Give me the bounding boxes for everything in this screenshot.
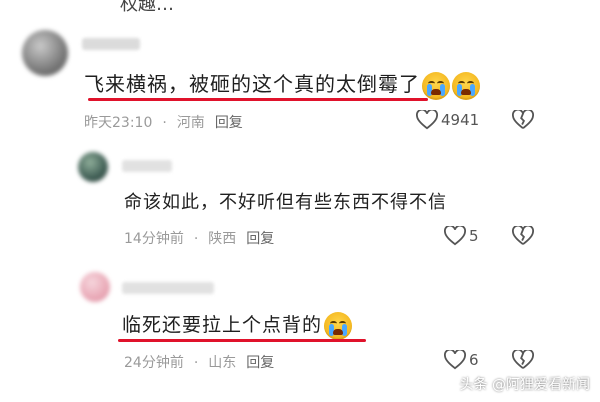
reply-button[interactable]: 回复 (246, 355, 274, 371)
comment-time: 昨天23:10 (84, 115, 153, 131)
like-count: 5 (469, 227, 479, 245)
avatar[interactable] (78, 152, 108, 182)
like-count: 4941 (441, 111, 480, 129)
watermark: 头条 @阿狸爱看新闻 (459, 377, 590, 393)
heart-icon (444, 350, 466, 370)
broken-heart-icon (512, 348, 534, 369)
comment-meta: 昨天23:10 · 河南 回复 (84, 115, 243, 131)
comment-time: 14分钟前 (124, 231, 184, 247)
reply-button[interactable]: 回复 (215, 115, 243, 131)
comment-text-content: 临死还要拉上个点背的 (122, 314, 323, 336)
username[interactable] (122, 282, 214, 294)
comment-location: 陕西 (208, 231, 237, 247)
comment-text: 命该如此，不好听但有些东西不得不信 (124, 188, 447, 214)
comment-location: 河南 (176, 115, 205, 131)
comment-text: 飞来横祸，被砸的这个真的太倒霉了 (84, 68, 480, 100)
dislike-button[interactable] (512, 108, 534, 134)
comment-time: 24分钟前 (124, 355, 184, 371)
comment-text-content: 命该如此，不好听但有些东西不得不信 (124, 192, 447, 213)
crying-emoji-icon (324, 311, 353, 340)
comment-meta: 14分钟前 · 陕西 回复 (124, 231, 275, 247)
comment-location: 山东 (208, 355, 237, 371)
like-count: 6 (469, 351, 479, 369)
broken-heart-icon (512, 108, 534, 129)
red-underline (118, 339, 366, 342)
comment-text: 临死还要拉上个点背的 (122, 310, 353, 340)
username[interactable] (82, 38, 140, 50)
crying-emoji-icon (422, 71, 450, 100)
comment-meta: 24分钟前 · 山东 回复 (124, 355, 275, 371)
username[interactable] (122, 160, 172, 172)
avatar[interactable] (22, 30, 68, 76)
dislike-button[interactable] (512, 224, 534, 250)
red-underline (88, 98, 428, 101)
like-button[interactable]: 6 (444, 350, 479, 370)
avatar[interactable] (80, 272, 110, 302)
comment-text-content: 飞来横祸，被砸的这个真的太倒霉了 (84, 72, 420, 96)
like-button[interactable]: 5 (444, 226, 479, 246)
previous-comment-fragment: 权趣… (120, 0, 174, 15)
heart-icon (444, 226, 466, 246)
broken-heart-icon (512, 224, 534, 245)
crying-emoji-icon (452, 71, 480, 100)
dislike-button[interactable] (512, 348, 534, 374)
heart-icon (416, 110, 438, 130)
reply-button[interactable]: 回复 (246, 231, 274, 247)
like-button[interactable]: 4941 (416, 110, 479, 130)
